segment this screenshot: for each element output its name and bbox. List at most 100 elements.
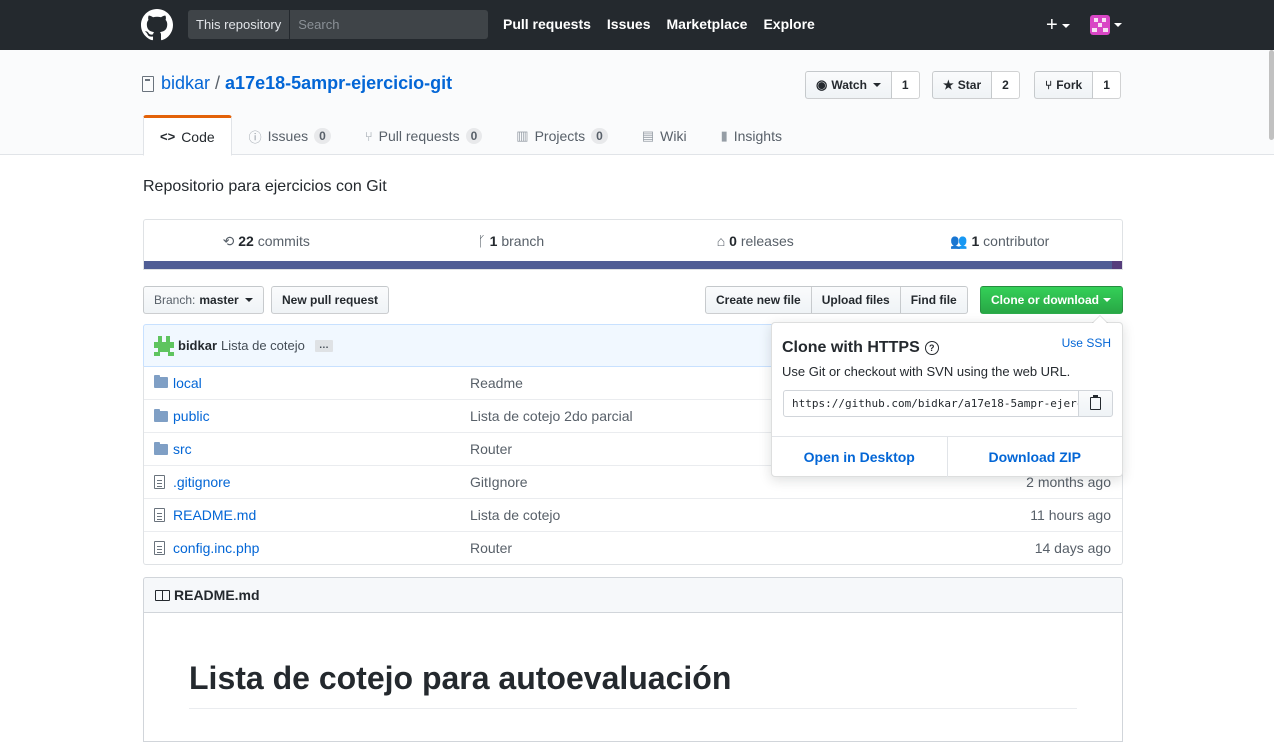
download-zip-button[interactable]: Download ZIP [948, 437, 1123, 477]
fork-button[interactable]: ⑂ Fork [1034, 71, 1094, 99]
copy-url-button[interactable] [1078, 390, 1113, 417]
star-button[interactable]: ★ Star [932, 71, 993, 99]
file-name-link[interactable]: src [173, 441, 470, 457]
watch-group: ◉ Watch 1 [805, 71, 920, 99]
star-count[interactable]: 2 [992, 71, 1020, 99]
create-new-file-button[interactable]: Create new file [705, 286, 812, 314]
branch-count: 1 [489, 233, 498, 249]
avatar [1090, 15, 1110, 35]
search-scope-label: This repository [188, 10, 291, 39]
clone-or-download-button[interactable]: Clone or download [980, 286, 1123, 314]
branch-select-button[interactable]: Branch: master [143, 286, 264, 314]
readme-content: Lista de cotejo para autoevaluación [143, 612, 1123, 742]
clipboard-icon [1090, 395, 1101, 410]
user-menu[interactable] [1090, 15, 1122, 35]
tab-counter: 0 [591, 128, 608, 144]
new-pull-request-button[interactable]: New pull request [271, 286, 390, 314]
tab-label: Projects [534, 128, 586, 144]
chevron-down-icon [872, 83, 881, 87]
language-bar[interactable] [144, 261, 1122, 269]
chevron-down-icon [244, 298, 253, 302]
folder-icon [154, 408, 168, 422]
tab-insights[interactable]: ▮ Insights [704, 115, 799, 155]
expand-commit-button[interactable]: … [314, 339, 333, 352]
author-avatar[interactable] [154, 335, 174, 356]
branch-icon: ᚴ [477, 233, 486, 249]
file-name-link[interactable]: .gitignore [173, 474, 470, 490]
file-name-link[interactable]: local [173, 375, 470, 391]
file-icon [154, 508, 165, 522]
commit-author[interactable]: bidkar [178, 338, 217, 353]
question-icon[interactable]: ? [924, 341, 939, 355]
github-logo-icon[interactable] [141, 9, 173, 41]
commit-message[interactable]: Lista de cotejo [221, 338, 305, 353]
clone-actions: Open in Desktop Download ZIP [772, 436, 1122, 477]
nav-issues[interactable]: Issues [607, 16, 651, 32]
releases-count: 0 [729, 233, 737, 249]
branch-prefix: Branch: [154, 293, 196, 307]
tab-pull-requests[interactable]: ⑂ Pull requests 0 [348, 115, 499, 155]
open-in-desktop-button[interactable]: Open in Desktop [772, 437, 948, 477]
branch-label: branch [501, 233, 545, 249]
tab-label: Pull requests [378, 128, 460, 144]
title-separator: / [215, 73, 221, 93]
file-name-link[interactable]: public [173, 408, 470, 424]
tab-counter: 0 [465, 128, 483, 144]
repo-icon [142, 75, 154, 92]
upload-files-button[interactable]: Upload files [810, 286, 901, 314]
contributor-count: 1 [971, 233, 980, 249]
file-name-link[interactable]: config.inc.php [173, 540, 470, 556]
table-row: README.md Lista de cotejo 11 hours ago [144, 498, 1122, 531]
global-header: This repository Search Pull requests Iss… [0, 0, 1274, 50]
file-navigation-group: Create new file Upload files Find file [705, 286, 968, 314]
project-icon: ▥ [516, 128, 529, 143]
repo-name-link[interactable]: a17e18-5ampr-ejercicio-git [225, 73, 452, 94]
contributor-label: contributor [983, 233, 1050, 249]
nav-explore[interactable]: Explore [763, 16, 814, 32]
folder-icon [154, 441, 168, 455]
tab-label: Code [181, 128, 215, 145]
plus-icon: + [1046, 14, 1058, 36]
repo-owner-link[interactable]: bidkar [161, 73, 210, 94]
header-search: This repository Search [188, 10, 488, 39]
chevron-down-icon [1114, 23, 1122, 27]
tab-wiki[interactable]: ▤ Wiki [625, 115, 704, 155]
tab-issues[interactable]: ⓘ Issues 0 [232, 115, 348, 155]
tab-projects[interactable]: ▥ Projects 0 [499, 115, 625, 155]
watch-button[interactable]: ◉ Watch [805, 71, 892, 99]
commits-count: 22 [238, 233, 254, 249]
search-input[interactable]: Search [290, 10, 488, 39]
tab-code[interactable]: <> Code [143, 115, 232, 156]
clone-url-input[interactable]: https://github.com/bidkar/a17e18-5ampr-e… [783, 390, 1079, 417]
book-icon [155, 589, 170, 601]
create-new-menu[interactable]: + [1046, 13, 1070, 37]
page-scrollbar[interactable] [1269, 50, 1274, 140]
language-segment [1112, 261, 1122, 269]
watch-count[interactable]: 1 [891, 71, 920, 99]
branch-name: master [199, 293, 239, 307]
nav-marketplace[interactable]: Marketplace [667, 16, 748, 32]
tab-label: Issues [267, 128, 309, 144]
readme-heading: Lista de cotejo para autoevaluación [189, 660, 732, 696]
use-ssh-link[interactable]: Use SSH [1062, 336, 1111, 350]
nav-pull-requests[interactable]: Pull requests [503, 16, 591, 32]
tab-label: Insights [733, 128, 782, 144]
find-file-button[interactable]: Find file [899, 286, 968, 314]
fork-count[interactable]: 1 [1093, 71, 1121, 99]
issue-icon: ⓘ [248, 129, 262, 145]
header-nav: Pull requests Issues Marketplace Explore [503, 16, 815, 32]
divider [189, 708, 1077, 709]
readme-header: README.md [143, 577, 1123, 613]
file-commit-message[interactable]: Lista de cotejo [470, 507, 1030, 523]
tag-icon: ⌂ [716, 233, 726, 249]
graph-icon: ▮ [720, 128, 728, 143]
file-name-link[interactable]: README.md [173, 507, 470, 523]
file-age: 14 days ago [1034, 540, 1111, 556]
tab-label: Wiki [660, 128, 687, 144]
file-icon [154, 541, 165, 555]
folder-icon [154, 375, 168, 388]
repo-tabs: <> Code ⓘ Issues 0 ⑂ Pull requests 0 ▥ P… [143, 115, 799, 156]
file-commit-message[interactable]: Router [470, 540, 1035, 556]
book-icon: ▤ [641, 128, 655, 143]
clone-label: Clone or download [991, 293, 1099, 307]
